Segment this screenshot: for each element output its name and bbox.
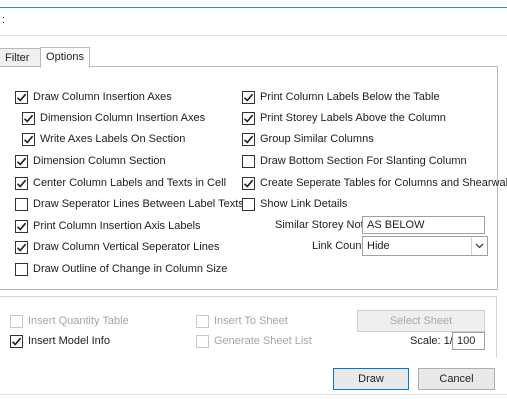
cancel-button[interactable]: Cancel — [418, 368, 495, 390]
checkbox-box — [242, 111, 255, 125]
check-icon — [11, 337, 22, 346]
check-icon — [16, 157, 27, 166]
draw-seperator-lines-label: Draw Seperator Lines Between Label Texts — [33, 198, 244, 210]
checkbox-box — [242, 197, 255, 211]
insert-to-sheet-checkbox[interactable]: Insert To Sheet — [196, 313, 288, 329]
insert-model-info-checkbox[interactable]: Insert Model Info — [10, 333, 110, 349]
link-count-label: Link Count: — [312, 240, 368, 252]
draw-column-insertion-axes-label: Draw Column Insertion Axes — [33, 91, 172, 103]
title-separator — [0, 35, 507, 36]
checkbox-box — [15, 262, 28, 276]
check-icon — [16, 222, 27, 231]
create-seperate-tables-label: Create Seperate Tables for Columns and S… — [260, 177, 507, 189]
link-count-select[interactable]: Hide — [362, 236, 488, 256]
show-link-details-checkbox[interactable]: Show Link Details — [242, 196, 347, 212]
write-axes-labels-on-section-label: Write Axes Labels On Section — [40, 133, 186, 145]
draw-column-vertical-seperator-lines-label: Draw Column Vertical Seperator Lines — [33, 241, 220, 253]
check-icon — [23, 114, 34, 123]
insert-to-sheet-label: Insert To Sheet — [214, 315, 288, 327]
checkbox-box — [196, 314, 209, 328]
check-icon — [16, 93, 27, 102]
print-column-insertion-axis-labels-checkbox[interactable]: Print Column Insertion Axis Labels — [15, 218, 201, 234]
dimension-column-section-label: Dimension Column Section — [33, 155, 166, 167]
write-axes-labels-on-section-checkbox[interactable]: Write Axes Labels On Section — [22, 131, 185, 147]
similar-storey-note-label: Similar Storey Note: — [275, 219, 373, 231]
generate-sheet-list-checkbox[interactable]: Generate Sheet List — [196, 333, 312, 349]
checkbox-box — [22, 132, 35, 146]
print-column-insertion-axis-labels-label: Print Column Insertion Axis Labels — [33, 220, 201, 232]
checkbox-box — [15, 154, 28, 168]
center-column-labels-checkbox[interactable]: Center Column Labels and Texts in Cell — [15, 175, 226, 191]
scale-label: Scale: 1/ — [410, 335, 453, 347]
checkbox-box — [242, 90, 255, 104]
generate-sheet-list-label: Generate Sheet List — [214, 335, 312, 347]
print-column-labels-below-table-label: Print Column Labels Below the Table — [260, 91, 440, 103]
chevron-down-icon[interactable] — [471, 237, 487, 255]
draw-seperator-lines-checkbox[interactable]: Draw Seperator Lines Between Label Texts — [15, 196, 244, 212]
create-seperate-tables-checkbox[interactable]: Create Seperate Tables for Columns and S… — [242, 175, 507, 191]
checkbox-box — [22, 111, 35, 125]
checkbox-box — [196, 334, 209, 348]
check-icon — [16, 179, 27, 188]
checkbox-box — [15, 197, 28, 211]
center-column-labels-label: Center Column Labels and Texts in Cell — [33, 177, 227, 189]
checkbox-box — [15, 90, 28, 104]
bottom-separator — [0, 394, 507, 395]
check-icon — [243, 135, 254, 144]
draw-column-insertion-axes-checkbox[interactable]: Draw Column Insertion Axes — [15, 89, 172, 105]
check-icon — [16, 243, 27, 252]
scale-input[interactable]: 100 — [452, 332, 485, 350]
check-icon — [243, 93, 254, 102]
show-link-details-label: Show Link Details — [260, 198, 348, 210]
draw-column-vertical-seperator-lines-checkbox[interactable]: Draw Column Vertical Seperator Lines — [15, 239, 219, 255]
checkbox-box — [10, 334, 23, 348]
draw-outline-of-change-checkbox[interactable]: Draw Outline of Change in Column Size — [15, 261, 227, 277]
insert-quantity-table-label: Insert Quantity Table — [28, 315, 129, 327]
check-icon — [23, 135, 34, 144]
checkbox-box — [10, 314, 23, 328]
sheet-group-right-edge — [496, 296, 497, 358]
dimension-column-insertion-axes-label: Dimension Column Insertion Axes — [40, 112, 206, 124]
checkbox-box — [15, 219, 28, 233]
checkbox-box — [242, 132, 255, 146]
check-icon — [243, 179, 254, 188]
window-title: : — [2, 14, 6, 26]
link-count-value: Hide — [367, 240, 390, 252]
dimension-column-section-checkbox[interactable]: Dimension Column Section — [15, 153, 166, 169]
group-similar-columns-checkbox[interactable]: Group Similar Columns — [242, 131, 374, 147]
checkbox-box — [15, 176, 28, 190]
dimension-column-insertion-axes-checkbox[interactable]: Dimension Column Insertion Axes — [22, 110, 205, 126]
similar-storey-note-input[interactable]: AS BELOW — [362, 216, 485, 234]
print-column-labels-below-table-checkbox[interactable]: Print Column Labels Below the Table — [242, 89, 440, 105]
insert-model-info-label: Insert Model Info — [28, 335, 110, 347]
draw-outline-of-change-label: Draw Outline of Change in Column Size — [33, 263, 228, 275]
sheet-group-separator — [0, 296, 496, 297]
tab-options[interactable]: Options — [40, 47, 90, 68]
draw-button[interactable]: Draw — [333, 368, 409, 390]
group-similar-columns-label: Group Similar Columns — [260, 133, 374, 145]
draw-bottom-section-slanting-column-label: Draw Bottom Section For Slanting Column — [260, 155, 467, 167]
select-sheet-button[interactable]: Select Sheet — [357, 310, 485, 332]
tab-filter[interactable]: Filter — [0, 48, 40, 68]
check-icon — [243, 114, 254, 123]
checkbox-box — [15, 240, 28, 254]
checkbox-box — [242, 176, 255, 190]
print-storey-labels-above-column-label: Print Storey Labels Above the Column — [260, 112, 446, 124]
checkbox-box — [242, 154, 255, 168]
print-storey-labels-above-column-checkbox[interactable]: Print Storey Labels Above the Column — [242, 110, 446, 126]
title-bar-accent-line — [0, 7, 507, 8]
insert-quantity-table-checkbox[interactable]: Insert Quantity Table — [10, 313, 129, 329]
draw-bottom-section-slanting-column-checkbox[interactable]: Draw Bottom Section For Slanting Column — [242, 153, 467, 169]
